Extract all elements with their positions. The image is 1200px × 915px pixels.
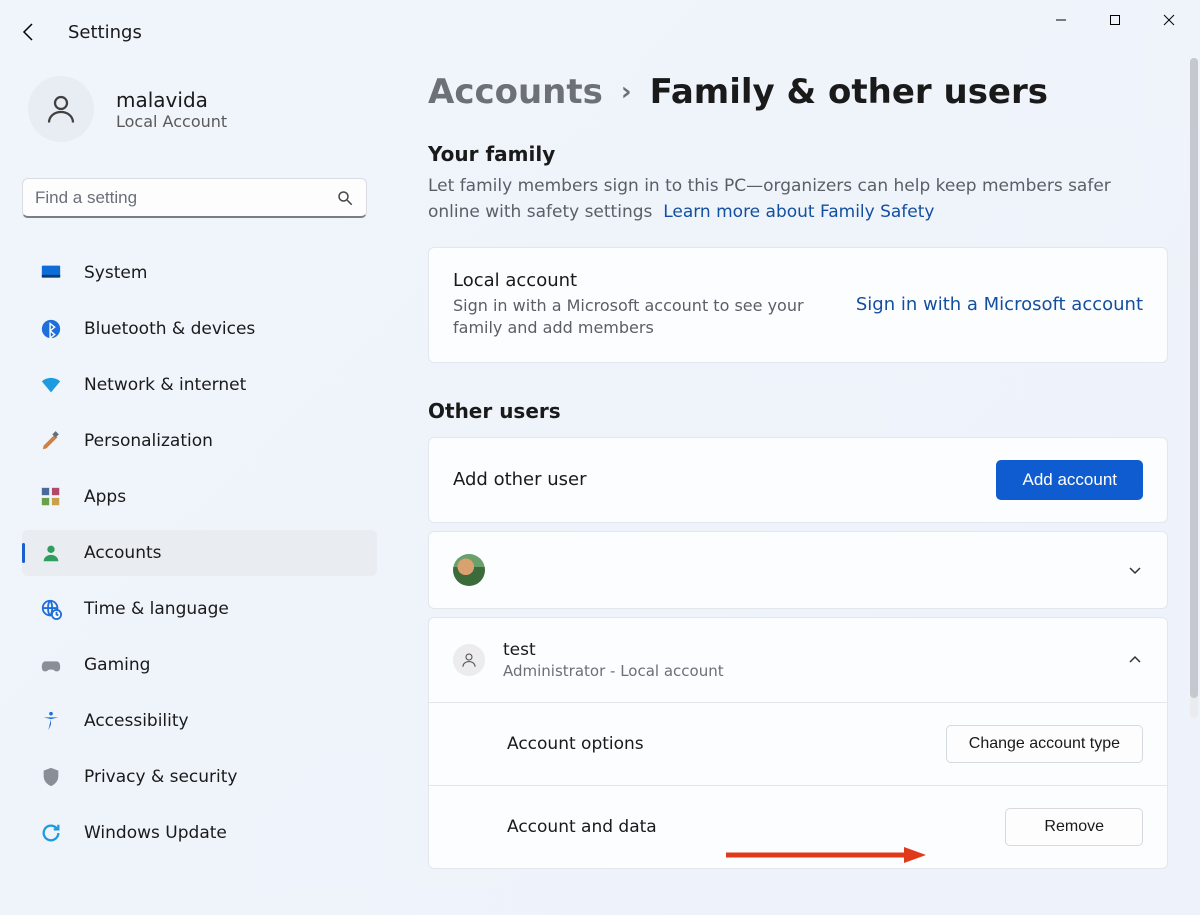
- scrollbar[interactable]: [1190, 58, 1198, 718]
- chevron-down-icon[interactable]: [1127, 562, 1143, 578]
- main-content: Accounts › Family & other users Your fam…: [428, 72, 1168, 869]
- display-icon: [40, 262, 62, 284]
- shield-icon: [40, 766, 62, 788]
- user-row-1: test Administrator - Local account Accou…: [428, 617, 1168, 869]
- accessibility-icon: [40, 710, 62, 732]
- app-title: Settings: [68, 22, 142, 43]
- section-other-users: Other users: [428, 399, 1168, 423]
- nav-label: Windows Update: [84, 823, 227, 843]
- nav-label: Personalization: [84, 431, 213, 451]
- account-and-data-row: Account and data Remove: [429, 785, 1167, 868]
- nav-item-network[interactable]: Network & internet: [22, 362, 377, 408]
- close-button[interactable]: [1146, 4, 1192, 36]
- remove-button[interactable]: Remove: [1005, 808, 1143, 846]
- sidebar: malavida Local Account System Bluetooth …: [22, 70, 377, 866]
- scrollbar-thumb[interactable]: [1190, 58, 1198, 698]
- section-your-family: Your family: [428, 142, 1168, 166]
- back-button[interactable]: [18, 20, 42, 44]
- brush-icon: [40, 430, 62, 452]
- nav-label: Accounts: [84, 543, 162, 563]
- nav-item-apps[interactable]: Apps: [22, 474, 377, 520]
- nav-label: Accessibility: [84, 711, 189, 731]
- current-user[interactable]: malavida Local Account: [22, 70, 377, 160]
- wifi-icon: [40, 374, 62, 396]
- search-input[interactable]: [35, 188, 336, 208]
- add-account-button[interactable]: Add account: [996, 460, 1143, 500]
- person-icon: [40, 542, 62, 564]
- user-account-type: Local Account: [116, 112, 227, 131]
- nav-label: Network & internet: [84, 375, 246, 395]
- breadcrumb-current: Family & other users: [650, 72, 1048, 112]
- minimize-button[interactable]: [1038, 4, 1084, 36]
- nav-item-personalization[interactable]: Personalization: [22, 418, 377, 464]
- globe-clock-icon: [40, 598, 62, 620]
- chevron-up-icon[interactable]: [1127, 652, 1143, 668]
- bluetooth-icon: [40, 318, 62, 340]
- nav-item-privacy[interactable]: Privacy & security: [22, 754, 377, 800]
- section-your-family-desc: Let family members sign in to this PC—or…: [428, 174, 1148, 225]
- card-subtitle: Sign in with a Microsoft account to see …: [453, 295, 853, 340]
- user-avatar-icon: [453, 554, 485, 586]
- nav-item-system[interactable]: System: [22, 250, 377, 296]
- nav-item-update[interactable]: Windows Update: [22, 810, 377, 856]
- nav-label: Apps: [84, 487, 126, 507]
- maximize-button[interactable]: [1092, 4, 1138, 36]
- search-icon: [336, 189, 354, 207]
- user-row-header[interactable]: test Administrator - Local account: [429, 618, 1167, 702]
- nav-item-accessibility[interactable]: Accessibility: [22, 698, 377, 744]
- nav-item-accounts[interactable]: Accounts: [22, 530, 377, 576]
- gamepad-icon: [40, 654, 62, 676]
- nav-label: System: [84, 263, 147, 283]
- nav-item-gaming[interactable]: Gaming: [22, 642, 377, 688]
- family-signin-card: Local account Sign in with a Microsoft a…: [428, 247, 1168, 363]
- card-title: Local account: [453, 270, 853, 291]
- nav-label: Time & language: [84, 599, 229, 619]
- app-header: Settings: [18, 20, 142, 44]
- account-options-row: Account options Change account type: [429, 702, 1167, 785]
- nav: System Bluetooth & devices Network & int…: [22, 250, 377, 856]
- add-other-user-label: Add other user: [453, 469, 587, 490]
- nav-label: Bluetooth & devices: [84, 319, 255, 339]
- account-options-label: Account options: [507, 734, 644, 754]
- update-icon: [40, 822, 62, 844]
- nav-item-time[interactable]: Time & language: [22, 586, 377, 632]
- user-avatar-icon: [453, 644, 485, 676]
- nav-label: Privacy & security: [84, 767, 238, 787]
- search-box[interactable]: [22, 178, 367, 218]
- breadcrumb-parent[interactable]: Accounts: [428, 72, 603, 112]
- account-and-data-label: Account and data: [507, 817, 657, 837]
- nav-item-bluetooth[interactable]: Bluetooth & devices: [22, 306, 377, 352]
- sign-in-ms-account-link[interactable]: Sign in with a Microsoft account: [856, 294, 1143, 315]
- breadcrumb: Accounts › Family & other users: [428, 72, 1168, 112]
- user-desc: Administrator - Local account: [503, 662, 724, 680]
- nav-label: Gaming: [84, 655, 150, 675]
- user-avatar-icon: [28, 76, 94, 142]
- user-name: test: [503, 640, 724, 660]
- apps-icon: [40, 486, 62, 508]
- user-row-0[interactable]: [428, 531, 1168, 609]
- window-controls: [1038, 0, 1200, 36]
- user-name: malavida: [116, 88, 227, 112]
- change-account-type-button[interactable]: Change account type: [946, 725, 1143, 763]
- add-other-user-row: Add other user Add account: [428, 437, 1168, 523]
- chevron-right-icon: ›: [621, 77, 632, 107]
- family-safety-link[interactable]: Learn more about Family Safety: [663, 202, 934, 222]
